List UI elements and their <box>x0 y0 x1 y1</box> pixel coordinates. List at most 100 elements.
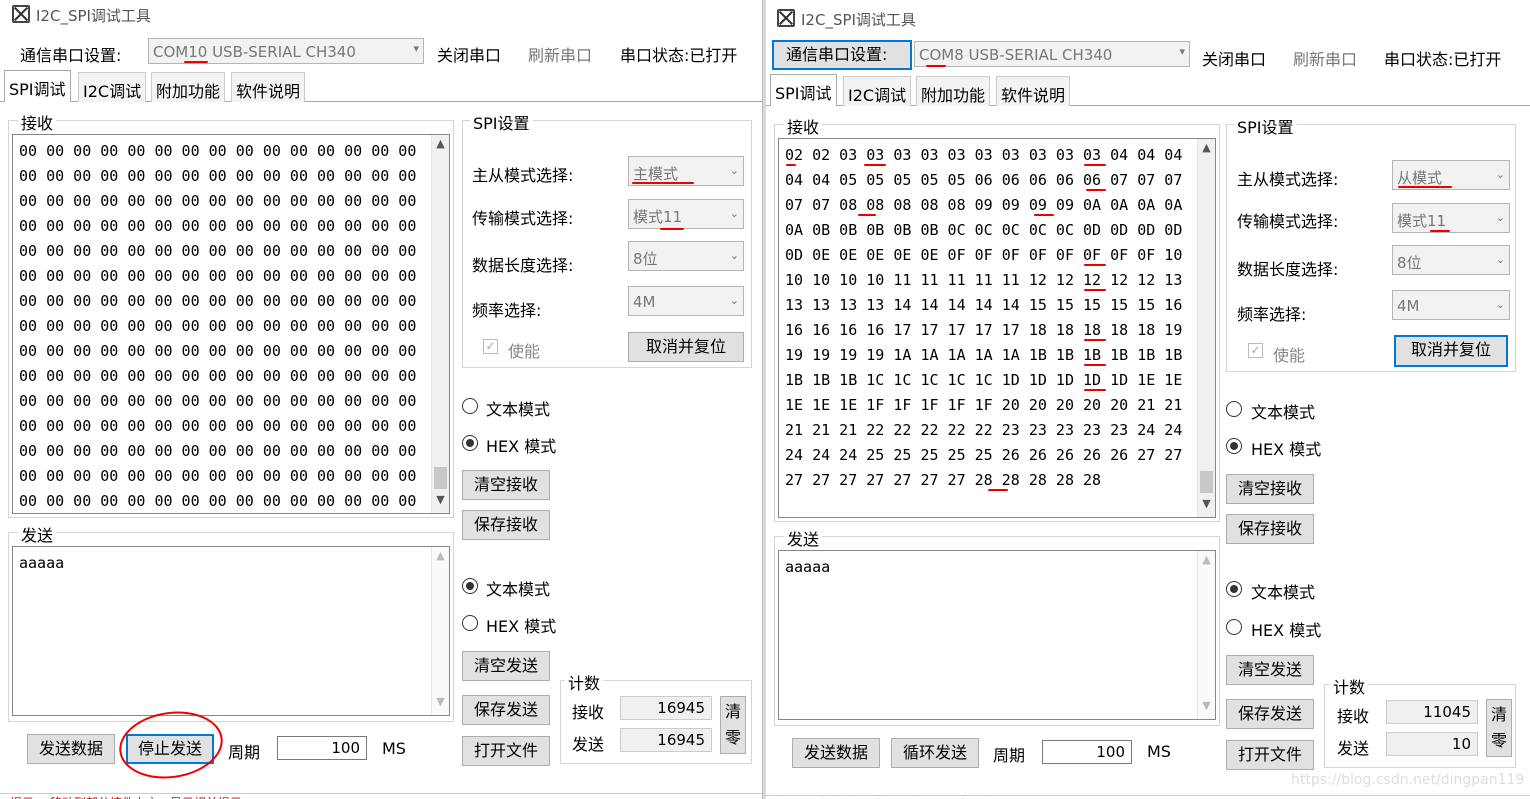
recv-text-mode-label: 文本模式 <box>1251 403 1316 422</box>
period-label: 周期 <box>228 743 261 762</box>
scroll-thumb[interactable] <box>1200 471 1213 493</box>
recv-text-mode-label: 文本模式 <box>486 400 551 419</box>
annotation-mark <box>1084 364 1106 366</box>
tab-about[interactable]: 软件说明 <box>996 76 1071 106</box>
save-receive-button[interactable]: 保存接收 <box>462 510 550 540</box>
count-clear-button[interactable]: 清零 <box>720 696 746 754</box>
tab-extra[interactable]: 附加功能 <box>151 72 226 102</box>
annotation-mark <box>660 228 684 230</box>
frequency-select[interactable]: 4M ⌄ <box>628 286 744 316</box>
send-hex-mode-radio[interactable] <box>462 615 478 631</box>
count-clear-button[interactable]: 清零 <box>1486 699 1512 757</box>
scroll-thumb[interactable] <box>434 467 447 489</box>
receive-text: 02 02 03 03 03 03 03 03 03 03 03 03 04 0… <box>785 146 1192 489</box>
count-label: 计数 <box>1330 674 1369 698</box>
port-setting-label: 通信串口设置: <box>20 46 122 65</box>
tab-i2c[interactable]: I2C调试 <box>843 76 912 106</box>
window-title: I2C_SPI调试工具 <box>36 7 151 25</box>
refresh-port-button[interactable]: 刷新串口 <box>1293 46 1357 70</box>
receive-textarea[interactable]: 02 02 03 03 03 03 03 03 03 03 03 03 04 0… <box>778 138 1216 518</box>
annotation-mark <box>632 182 694 184</box>
tab-about[interactable]: 软件说明 <box>231 72 306 102</box>
right-app-window: I2C_SPI调试工具 通信串口设置: COM8 USB-SERIAL CH34… <box>766 0 1530 799</box>
send-text-mode-radio[interactable] <box>462 578 478 594</box>
chevron-down-icon: ⌄ <box>729 294 739 307</box>
scroll-up-icon[interactable]: ▲ <box>1198 141 1215 159</box>
app-icon <box>777 9 795 27</box>
receive-textarea[interactable]: 00 00 00 00 00 00 00 00 00 00 00 00 00 0… <box>12 134 450 514</box>
recv-text-mode-radio[interactable] <box>462 398 478 414</box>
annotation-mark <box>1086 189 1106 191</box>
tab-extra[interactable]: 附加功能 <box>916 76 991 106</box>
send-data-button[interactable]: 发送数据 <box>27 734 115 764</box>
save-send-button[interactable]: 保存发送 <box>1226 699 1314 729</box>
clear-send-button[interactable]: 清空发送 <box>1226 655 1314 685</box>
transfer-mode-select[interactable]: 模式11 ⌄ <box>1392 203 1510 233</box>
clear-receive-button[interactable]: 清空接收 <box>1226 474 1314 504</box>
scroll-up-icon[interactable]: ▲ <box>432 137 449 155</box>
send-label: 发送 <box>18 522 57 546</box>
tab-spi[interactable]: SPI调试 <box>770 74 837 106</box>
data-length-label: 数据长度选择: <box>1237 260 1339 279</box>
cancel-reset-button[interactable]: 取消并复位 <box>628 332 744 362</box>
save-receive-button[interactable]: 保存接收 <box>1226 514 1314 544</box>
frequency-label: 频率选择: <box>1237 305 1307 324</box>
send-hex-mode-label: HEX 模式 <box>1251 621 1322 640</box>
send-textarea[interactable]: aaaaa ▲ ▼ <box>778 550 1216 720</box>
send-data-button[interactable]: 发送数据 <box>792 738 880 768</box>
period-input[interactable]: 100 <box>1042 740 1132 764</box>
annotation-mark <box>1034 214 1054 216</box>
data-length-select[interactable]: 8位 ⌄ <box>1392 245 1510 275</box>
transfer-mode-select[interactable]: 模式11 ⌄ <box>628 199 744 229</box>
tab-spi[interactable]: SPI调试 <box>4 70 71 102</box>
count-label: 计数 <box>565 670 604 694</box>
port-setting-label[interactable]: 通信串口设置: <box>772 40 912 70</box>
tab-i2c[interactable]: I2C调试 <box>78 72 147 102</box>
receive-scrollbar[interactable]: ▲ ▼ <box>431 135 449 513</box>
enable-checkbox[interactable]: ✓ <box>1248 343 1263 358</box>
port-select[interactable]: COM8 USB-SERIAL CH340 ▾ <box>914 41 1190 67</box>
send-scrollbar[interactable]: ▲ ▼ <box>431 547 449 715</box>
clear-receive-button[interactable]: 清空接收 <box>462 470 550 500</box>
open-file-button[interactable]: 打开文件 <box>462 736 550 766</box>
recv-hex-mode-radio[interactable] <box>462 435 478 451</box>
status-bar: 提示： 移动到部分控件上方，显示相关提示 <box>0 793 765 799</box>
recv-text-mode-radio[interactable] <box>1226 401 1242 417</box>
receive-scrollbar[interactable]: ▲ ▼ <box>1197 139 1215 517</box>
scroll-down-icon[interactable]: ▼ <box>1198 699 1215 717</box>
recv-hex-mode-radio[interactable] <box>1226 438 1242 454</box>
scroll-down-icon[interactable]: ▼ <box>1198 497 1215 515</box>
scroll-up-icon[interactable]: ▲ <box>432 549 449 567</box>
close-port-button[interactable]: 关闭串口 <box>437 42 501 66</box>
frequency-select[interactable]: 4M ⌄ <box>1392 290 1510 320</box>
data-length-select[interactable]: 8位 ⌄ <box>628 241 744 271</box>
receive-text: 00 00 00 00 00 00 00 00 00 00 00 00 00 0… <box>19 142 417 510</box>
cancel-reset-button[interactable]: 取消并复位 <box>1394 335 1508 367</box>
annotation-mark <box>1084 389 1106 391</box>
scroll-down-icon[interactable]: ▼ <box>432 695 449 713</box>
send-text: aaaaa <box>785 558 831 576</box>
loop-send-button[interactable]: 循环发送 <box>891 738 979 768</box>
scroll-up-icon[interactable]: ▲ <box>1198 553 1215 571</box>
send-text-mode-radio[interactable] <box>1226 581 1242 597</box>
frequency-label: 频率选择: <box>472 301 542 320</box>
enable-checkbox[interactable]: ✓ <box>483 339 498 354</box>
annotation-mark <box>1084 339 1106 341</box>
refresh-port-button[interactable]: 刷新串口 <box>528 42 592 66</box>
count-recv-value: 11045 <box>1386 700 1478 724</box>
send-textarea[interactable]: aaaaa ▲ ▼ <box>12 546 450 716</box>
send-scrollbar[interactable]: ▲ ▼ <box>1197 551 1215 719</box>
count-recv-label: 接收 <box>572 703 605 722</box>
period-input[interactable]: 100 <box>277 736 367 760</box>
clear-send-button[interactable]: 清空发送 <box>462 651 550 681</box>
open-file-button[interactable]: 打开文件 <box>1226 740 1314 770</box>
count-recv-label: 接收 <box>1337 707 1370 726</box>
enable-label: 使能 <box>1273 346 1306 365</box>
scroll-down-icon[interactable]: ▼ <box>432 493 449 511</box>
close-port-button[interactable]: 关闭串口 <box>1202 46 1266 70</box>
send-text-mode-label: 文本模式 <box>486 580 551 599</box>
save-send-button[interactable]: 保存发送 <box>462 695 550 725</box>
annotation-mark <box>1398 186 1452 188</box>
send-hex-mode-radio[interactable] <box>1226 619 1242 635</box>
send-label: 发送 <box>784 526 823 550</box>
